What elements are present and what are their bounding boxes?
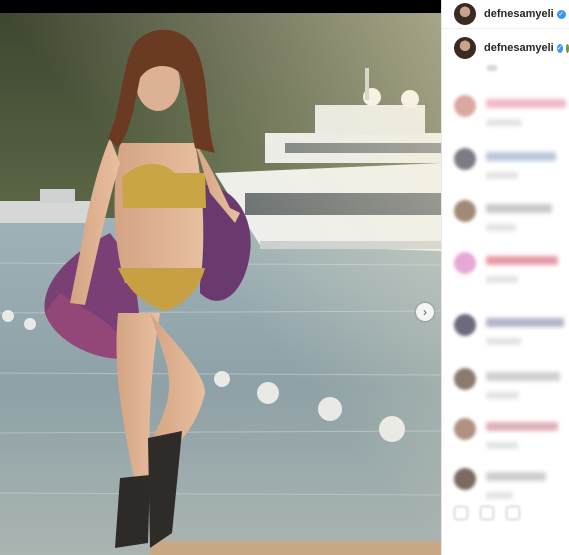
like-icon[interactable]: [454, 506, 468, 520]
verified-badge-icon: ✓: [556, 43, 563, 53]
post-actions: [454, 506, 520, 520]
comment-icon[interactable]: [480, 506, 494, 520]
comment-avatar[interactable]: [454, 95, 476, 117]
comment-item[interactable]: [454, 368, 566, 408]
caption-text-blurred: [487, 65, 497, 71]
verified-badge-icon: ✓: [556, 9, 566, 19]
comment-item[interactable]: [454, 418, 566, 458]
comment-meta-blurred: [486, 172, 518, 179]
comment-meta-blurred: [486, 392, 519, 399]
comment-text-blurred: [486, 152, 556, 161]
comment-avatar[interactable]: [454, 252, 476, 274]
comment-meta-blurred: [486, 442, 518, 449]
carousel-next-button[interactable]: ›: [416, 303, 434, 321]
photo-image: [0, 13, 441, 555]
comment-avatar[interactable]: [454, 418, 476, 440]
comment-item[interactable]: [454, 200, 566, 240]
comment-text-blurred: [486, 372, 560, 381]
comment-text-blurred: [486, 99, 566, 108]
comment-text-blurred: [486, 422, 558, 431]
comment-avatar[interactable]: [454, 368, 476, 390]
caption-row: defnesamyeli ✓: [442, 29, 569, 59]
comment-item[interactable]: [454, 95, 566, 135]
comment-item[interactable]: [454, 314, 566, 354]
comment-meta-blurred: [486, 492, 513, 499]
comment-text-blurred: [486, 318, 564, 327]
comment-avatar[interactable]: [454, 200, 476, 222]
comment-avatar[interactable]: [454, 314, 476, 336]
comments-panel: defnesamyeli ✓ defnesamyeli ✓: [441, 0, 569, 555]
comment-item[interactable]: [454, 468, 566, 508]
comment-avatar[interactable]: [454, 468, 476, 490]
comment-meta-blurred: [486, 224, 516, 231]
header-username[interactable]: defnesamyeli: [484, 8, 554, 20]
comment-text-blurred: [486, 256, 558, 265]
comment-text-blurred: [486, 204, 552, 213]
post-header: defnesamyeli ✓: [442, 0, 569, 29]
emoji-icon: [565, 43, 569, 53]
caption-username[interactable]: defnesamyeli: [484, 42, 554, 54]
comment-item[interactable]: [454, 148, 566, 188]
post-photo[interactable]: ›: [0, 13, 441, 555]
comment-avatar[interactable]: [454, 148, 476, 170]
top-bar: [0, 0, 441, 13]
comment-meta-blurred: [486, 119, 522, 126]
comment-meta-blurred: [486, 338, 521, 345]
comment-meta-blurred: [486, 276, 518, 283]
avatar[interactable]: [454, 3, 476, 25]
caption-avatar[interactable]: [454, 37, 476, 59]
comment-item[interactable]: [454, 252, 566, 292]
share-icon[interactable]: [506, 506, 520, 520]
comment-text-blurred: [486, 472, 546, 481]
